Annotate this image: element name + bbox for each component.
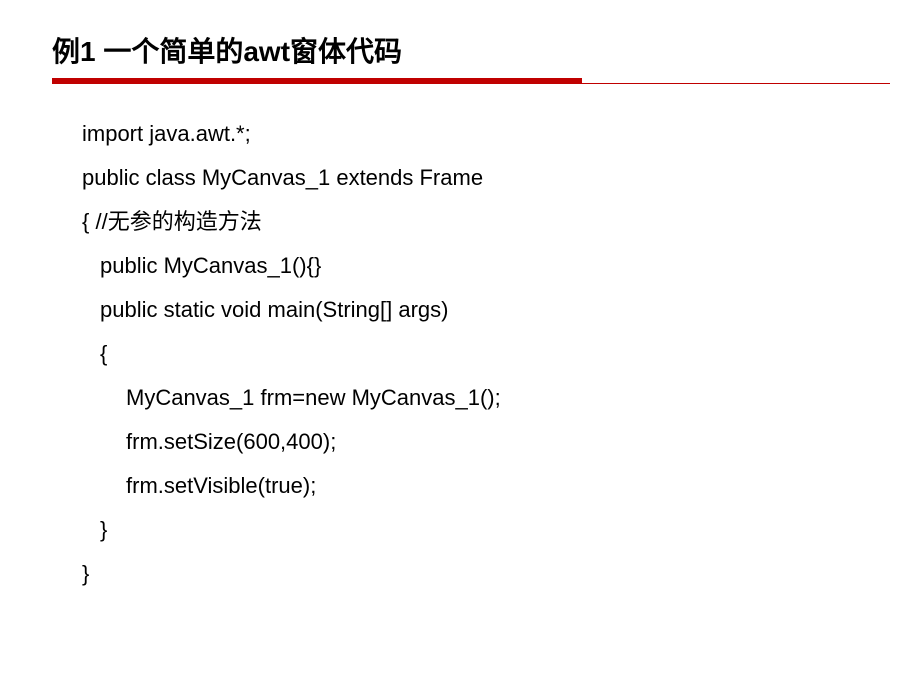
slide-container: 例1 一个简单的awt窗体代码 import java.awt.*; publi… [0, 0, 920, 690]
code-line-7: MyCanvas_1 frm=new MyCanvas_1(); [82, 376, 920, 420]
code-line-2: public class MyCanvas_1 extends Frame [82, 156, 920, 200]
code-line-6: { [82, 332, 920, 376]
code-line-5: public static void main(String[] args) [82, 288, 920, 332]
code-line-10: } [82, 508, 920, 552]
code-line-4: public MyCanvas_1(){} [82, 244, 920, 288]
code-comment: 无参的构造方法 [108, 209, 262, 234]
code-line-3: { //无参的构造方法 [82, 200, 920, 244]
code-block: import java.awt.*; public class MyCanvas… [0, 84, 920, 596]
slide-title: 例1 一个简单的awt窗体代码 [0, 0, 920, 78]
code-line-9: frm.setVisible(true); [82, 464, 920, 508]
code-line-8: frm.setSize(600,400); [82, 420, 920, 464]
code-line-1: import java.awt.*; [82, 112, 920, 156]
code-line-11: } [82, 552, 920, 596]
brace-open: { // [82, 209, 108, 234]
